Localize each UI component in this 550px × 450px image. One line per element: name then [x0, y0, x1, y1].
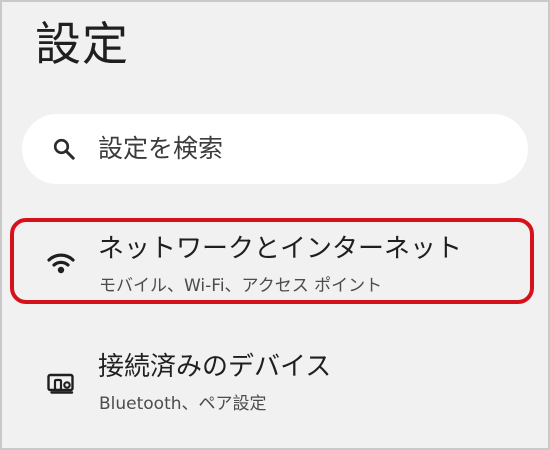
connected-devices-subtitle: Bluetooth、ペア設定: [99, 394, 267, 414]
search-icon: [53, 138, 75, 160]
network-internet-title: ネットワークとインターネット: [98, 234, 463, 264]
settings-search-bar[interactable]: 設定を検索: [22, 114, 528, 184]
network-internet-subtitle: モバイル、Wi-Fi、アクセス ポイント: [99, 276, 383, 296]
page-title: 設定: [35, 17, 129, 71]
connected-devices-title: 接続済みのデバイス: [98, 352, 332, 382]
settings-screen: 設定 設定を検索 ネットワークとインターネット モバイル、Wi-Fi、アクセス …: [2, 2, 548, 448]
settings-item-network-internet[interactable]: ネットワークとインターネット モバイル、Wi-Fi、アクセス ポイント: [2, 208, 548, 308]
wifi-icon: [47, 253, 75, 274]
search-placeholder: 設定を検索: [98, 134, 224, 163]
settings-item-connected-devices[interactable]: 接続済みのデバイス Bluetooth、ペア設定: [2, 338, 548, 438]
devices-icon: [47, 373, 74, 394]
